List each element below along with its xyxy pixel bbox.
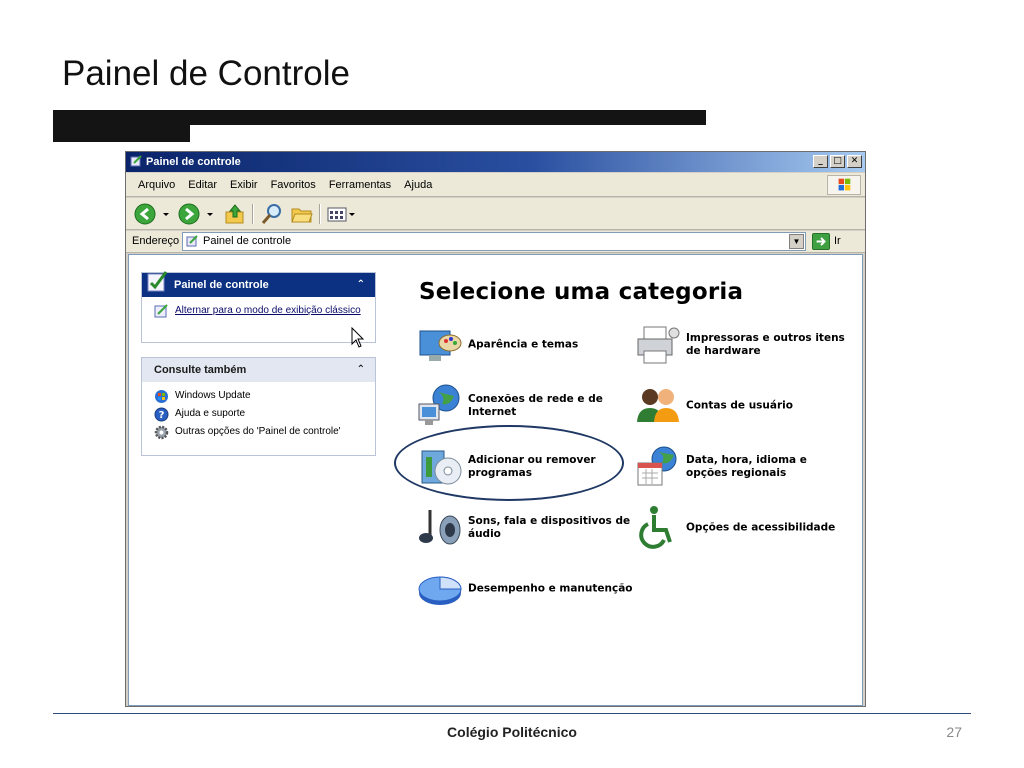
category-accessibility[interactable]: Opções de acessibilidade: [634, 504, 844, 552]
menu-exibir[interactable]: Exibir: [224, 173, 265, 197]
views-icon[interactable]: [326, 203, 356, 225]
see-also-header[interactable]: Consulte também ⌃: [142, 358, 375, 382]
go-arrow-icon[interactable]: [812, 233, 830, 250]
category-label: Aparência e temas: [468, 338, 579, 351]
category-heading: Selecione uma categoria: [419, 279, 744, 305]
svg-text:?: ?: [159, 410, 165, 421]
highlight-ellipse: [394, 425, 624, 501]
switch-classic-view-label: Alternar para o modo de exibição clássic…: [175, 305, 361, 316]
forward-arrow-icon[interactable]: [178, 203, 202, 225]
category-network[interactable]: Conexões de rede e de Internet: [416, 382, 626, 430]
menu-editar[interactable]: Editar: [182, 173, 224, 197]
network-icon: [418, 384, 460, 425]
folders-icon[interactable]: [290, 203, 314, 225]
chevron-down-icon[interactable]: [162, 203, 170, 225]
appearance-icon: [419, 330, 462, 361]
help-support-label: Ajuda e suporte: [175, 408, 246, 419]
control-panel-icon: [186, 235, 198, 247]
pie-chart-icon: [418, 576, 462, 605]
category-label: Sons, fala e dispositivos de áudio: [468, 515, 631, 540]
control-panel-large-icon: [147, 271, 168, 292]
collapse-chevron-icon[interactable]: ⌃: [357, 273, 365, 297]
footer-line: [53, 713, 971, 714]
windows-update-link[interactable]: Windows Update: [154, 390, 365, 403]
see-also-pane: Consulte também ⌃ Windows Update ? Ajuda…: [141, 357, 376, 456]
category-appearance[interactable]: Aparência e temas: [416, 321, 626, 369]
content-area: Painel de controle ⌃ Alternar para o mod…: [128, 254, 863, 706]
windows-update-label: Windows Update: [175, 390, 251, 401]
music-note-icon: [419, 510, 461, 545]
task-pane-title: Painel de controle: [174, 279, 269, 291]
category-label: Impressoras e outros itens de hardware: [686, 332, 845, 357]
category-sounds-audio[interactable]: Sons, fala e dispositivos de áudio: [416, 504, 630, 552]
category-performance[interactable]: Desempenho e manutenção: [416, 565, 633, 613]
windows-update-icon: [155, 390, 168, 403]
category-label: Data, hora, idioma e opções regionais: [686, 454, 807, 479]
category-label: Desempenho e manutenção: [468, 582, 633, 595]
category-label: Contas de usuário: [686, 399, 793, 412]
toolbar: [126, 198, 865, 230]
classic-view-icon: [154, 304, 168, 318]
category-label: Conexões de rede e de Internet: [468, 393, 603, 418]
control-panel-icon: [130, 155, 142, 167]
menu-ferramentas[interactable]: Ferramentas: [323, 173, 398, 197]
window-titlebar[interactable]: Painel de control​e _ □ ✕: [126, 152, 865, 172]
category-user-accounts[interactable]: Contas de usuário: [634, 382, 844, 430]
address-input[interactable]: Painel de controle ▼: [182, 232, 806, 251]
chevron-down-icon[interactable]: [206, 203, 214, 225]
address-bar: Endereço Painel de controle ▼ Ir: [126, 231, 865, 253]
menu-favoritos[interactable]: Favoritos: [265, 173, 323, 197]
windows-logo-icon: [827, 175, 861, 195]
go-button-label[interactable]: Ir: [834, 235, 841, 247]
mouse-pointer-icon: [351, 327, 365, 348]
menu-ajuda[interactable]: Ajuda: [398, 173, 439, 197]
category-label: Opções de acessibilidade: [686, 521, 836, 534]
control-panel-window: Painel de control​e _ □ ✕ Arquivo Editar…: [125, 151, 866, 707]
task-pane-header[interactable]: Painel de controle ⌃: [142, 271, 375, 297]
window-title: Painel de control​e: [146, 156, 241, 168]
address-label: Endereço: [132, 235, 180, 247]
close-button[interactable]: ✕: [847, 155, 862, 168]
minimize-button[interactable]: _: [813, 155, 828, 168]
other-options-link[interactable]: Outras opções do 'Painel de controle': [154, 425, 365, 440]
calendar-globe-icon: [637, 446, 677, 486]
address-value: Painel de controle: [203, 235, 292, 247]
category-date-time-language[interactable]: Data, hora, idioma e opções regionais: [634, 443, 844, 491]
search-icon[interactable]: [260, 203, 284, 225]
wheelchair-icon: [639, 506, 672, 549]
gear-icon: [154, 425, 169, 440]
back-arrow-icon[interactable]: [134, 203, 158, 225]
slide-title: Painel de Controle: [62, 54, 350, 93]
help-icon: ?: [154, 407, 169, 422]
up-folder-icon[interactable]: [223, 203, 247, 225]
page-number: 27: [946, 724, 962, 740]
users-icon: [637, 389, 679, 422]
footer-text: Colégio Politécnico: [447, 724, 577, 740]
collapse-chevron-icon[interactable]: ⌃: [357, 358, 365, 382]
see-also-title: Consulte também: [154, 364, 247, 376]
printer-icon: [637, 326, 680, 364]
control-panel-task-pane: Painel de controle ⌃ Alternar para o mod…: [141, 271, 376, 348]
category-printers-hardware[interactable]: Impressoras e outros itens de hardware: [634, 321, 845, 369]
menu-arquivo[interactable]: Arquivo: [132, 173, 182, 197]
other-options-label: Outras opções do 'Painel de controle': [175, 426, 341, 437]
maximize-button[interactable]: □: [830, 155, 845, 168]
help-support-link[interactable]: ? Ajuda e suporte: [154, 407, 365, 422]
address-dropdown-button[interactable]: ▼: [789, 234, 804, 249]
title-accent-block: [53, 110, 190, 142]
menu-bar: Arquivo Editar Exibir Favoritos Ferramen…: [126, 173, 865, 197]
switch-classic-view-link[interactable]: Alternar para o modo de exibição clássic…: [154, 304, 365, 318]
